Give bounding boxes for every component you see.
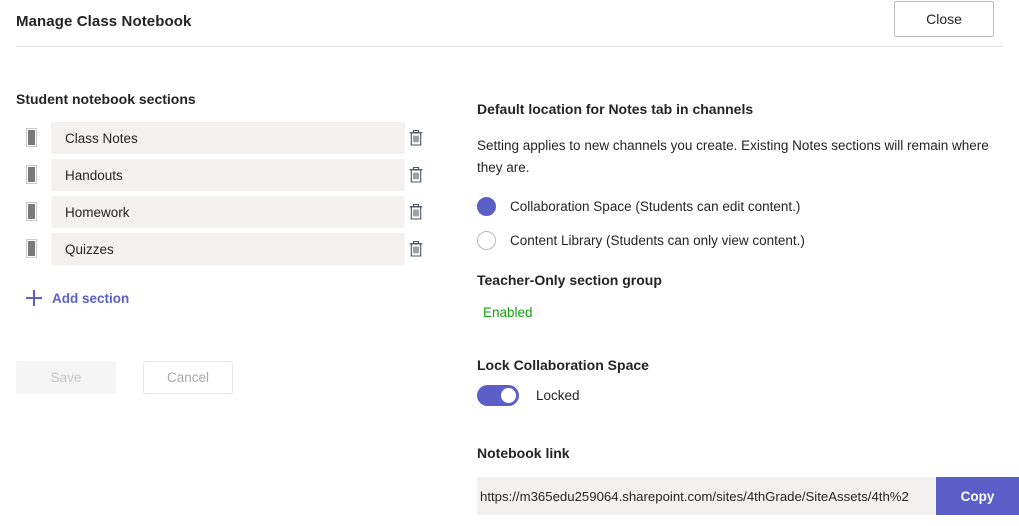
- teacher-only-heading: Teacher-Only section group: [477, 272, 662, 288]
- delete-section-icon[interactable]: [405, 164, 427, 186]
- plus-icon: [26, 290, 42, 306]
- radio-option-collaboration-space[interactable]: Collaboration Space (Students can edit c…: [477, 189, 805, 223]
- section-actions: Save Cancel: [16, 361, 233, 394]
- radio-option-label: Collaboration Space (Students can edit c…: [510, 199, 800, 214]
- radio-unselected-icon: [477, 231, 496, 250]
- student-sections-heading: Student notebook sections: [16, 91, 196, 107]
- add-section-label: Add section: [52, 291, 129, 306]
- default-location-radio-group: Collaboration Space (Students can edit c…: [477, 189, 805, 257]
- page-title: Manage Class Notebook: [16, 13, 191, 30]
- copy-button[interactable]: Copy: [936, 477, 1019, 515]
- delete-section-icon[interactable]: [405, 201, 427, 223]
- radio-option-label: Content Library (Students can only view …: [510, 233, 805, 248]
- add-section-button[interactable]: Add section: [26, 290, 129, 306]
- list-item: Class Notes: [0, 120, 470, 157]
- drag-handle-icon[interactable]: [26, 165, 37, 184]
- default-location-heading: Default location for Notes tab in channe…: [477, 101, 753, 117]
- save-button[interactable]: Save: [16, 361, 116, 394]
- cancel-button[interactable]: Cancel: [143, 361, 233, 394]
- radio-option-content-library[interactable]: Content Library (Students can only view …: [477, 223, 805, 257]
- delete-section-icon[interactable]: [405, 127, 427, 149]
- list-item: Homework: [0, 194, 470, 231]
- drag-handle-icon[interactable]: [26, 128, 37, 147]
- notebook-link-heading: Notebook link: [477, 445, 570, 461]
- section-name-input[interactable]: Homework: [51, 196, 405, 228]
- sections-list: Class Notes Handouts Homework: [0, 120, 470, 268]
- toggle-knob: [501, 388, 516, 403]
- delete-section-icon[interactable]: [405, 238, 427, 260]
- section-name-input[interactable]: Quizzes: [51, 233, 405, 265]
- drag-handle-icon[interactable]: [26, 202, 37, 221]
- lock-collaboration-heading: Lock Collaboration Space: [477, 357, 649, 373]
- section-name-input[interactable]: Handouts: [51, 159, 405, 191]
- list-item: Quizzes: [0, 231, 470, 268]
- toggle-state-label: Locked: [536, 388, 580, 403]
- notebook-link-row: https://m365edu259064.sharepoint.com/sit…: [477, 477, 1019, 515]
- radio-selected-icon: [477, 197, 496, 216]
- default-location-description: Setting applies to new channels you crea…: [477, 135, 1005, 179]
- drag-handle-icon[interactable]: [26, 239, 37, 258]
- lock-collaboration-toggle[interactable]: [477, 385, 519, 406]
- notebook-settings-panel: Default location for Notes tab in channe…: [477, 47, 1019, 526]
- notebook-link-input[interactable]: https://m365edu259064.sharepoint.com/sit…: [477, 477, 936, 515]
- close-button[interactable]: Close: [894, 1, 994, 37]
- section-name-input[interactable]: Class Notes: [51, 122, 405, 154]
- lock-collaboration-toggle-row: Locked: [477, 385, 580, 406]
- list-item: Handouts: [0, 157, 470, 194]
- dialog-header: Manage Class Notebook Close: [0, 0, 1019, 47]
- status-badge: Enabled: [483, 305, 533, 320]
- student-notebook-sections-panel: Student notebook sections Class Notes Ha…: [0, 47, 470, 526]
